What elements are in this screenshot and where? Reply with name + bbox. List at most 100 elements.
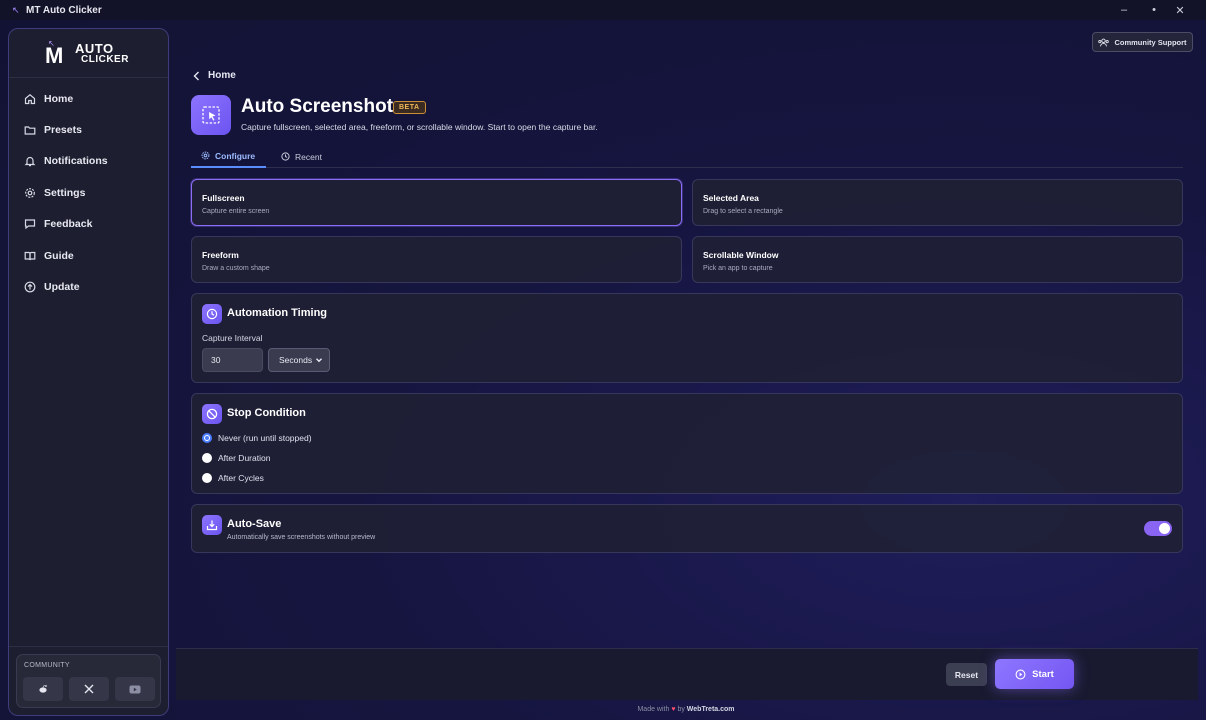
interval-unit-select[interactable]: Seconds [268,348,330,372]
radio-label: Never (run until stopped) [218,433,312,443]
sidebar-item-home[interactable]: Home [9,83,168,114]
capture-interval-input[interactable]: 30 [202,348,263,372]
community-label: COMMUNITY [24,662,70,669]
sidebar-item-notifications[interactable]: Notifications [9,146,168,177]
download-tray-icon [202,515,222,535]
window-title: MT Auto Clicker [26,4,102,16]
mode-description: Pick an app to capture [703,265,773,272]
users-icon [1098,38,1110,46]
mode-card-scrollable-window[interactable]: Scrollable Window Pick an app to capture [692,236,1183,283]
start-button-label: Start [1032,668,1054,680]
mode-description: Capture entire screen [202,208,270,215]
sidebar-item-presets[interactable]: Presets [9,114,168,145]
auto-save-description: Automatically save screenshots without p… [227,534,376,541]
radio-label: After Cycles [218,473,264,483]
message-icon [24,218,36,230]
gear-icon [201,151,210,160]
page-title: Auto Screenshot [241,96,394,117]
sidebar-item-label: Settings [44,186,86,199]
mode-title: Freeform [202,250,239,260]
book-icon [24,250,36,262]
breadcrumb-home[interactable]: Home [208,70,236,81]
auto-save-section: Auto-Save Automatically save screenshots… [191,504,1183,553]
community-panel: COMMUNITY [16,654,161,708]
stop-option-duration[interactable]: After Duration [202,453,270,463]
x-twitter-button[interactable] [69,677,109,701]
sidebar-item-feedback[interactable]: Feedback [9,209,168,240]
heart-icon: ♥ [671,706,676,713]
breadcrumb[interactable]: Home [193,70,236,81]
made-with-by: by [677,706,685,713]
sidebar-item-label: Update [44,281,80,294]
sidebar-item-settings[interactable]: Settings [9,177,168,208]
logo-word-auto: AUTO [75,41,114,56]
mode-card-selected-area[interactable]: Selected Area Drag to select a rectangle [692,179,1183,226]
sidebar-item-label: Feedback [44,218,93,231]
youtube-icon [129,685,141,693]
made-with-credit: Made with ♥ by WebTreta.com [0,706,1206,713]
mode-card-fullscreen[interactable]: Fullscreen Capture entire screen [191,179,682,226]
made-with-text: Made with [637,706,670,713]
reddit-button[interactable] [23,677,63,701]
sidebar-nav: Home Presets Notifications Settings Feed… [9,83,168,303]
ban-icon [202,404,222,424]
radio-label: After Duration [218,453,271,463]
upload-circle-icon [24,281,36,293]
play-circle-icon [1015,669,1026,679]
screenshot-hero-icon [191,95,231,135]
section-title: Automation Timing [227,307,328,319]
app-cursor-icon: ↖ [12,5,20,15]
tab-recent[interactable]: Recent [281,145,322,168]
start-button[interactable]: Start [995,659,1074,689]
section-title: Auto-Save [227,518,282,530]
sidebar-divider [9,77,168,78]
logo-mark-letter: M [45,43,63,68]
close-button[interactable]: ✕ [1166,0,1194,20]
home-icon [24,93,36,105]
mode-card-freeform[interactable]: Freeform Draw a custom shape [191,236,682,283]
sidebar-item-label: Guide [44,249,74,262]
chevron-down-icon [316,358,322,363]
bell-icon [24,155,36,167]
stop-option-never[interactable]: Never (run until stopped) [202,433,312,443]
sidebar-item-update[interactable]: Update [9,271,168,302]
clock-icon [202,304,222,324]
logo-mark: ↖ M [45,39,71,68]
radio-unchecked[interactable] [202,473,212,483]
logo-word-clicker: CLICKER [81,54,129,65]
stop-option-cycles[interactable]: After Cycles [202,473,264,483]
chevron-left-icon [193,71,199,80]
sidebar-divider [9,646,168,647]
community-support-button[interactable]: Community Support [1092,32,1193,52]
interval-unit-value: Seconds [279,355,313,365]
tab-configure[interactable]: Configure [191,145,266,168]
x-icon [84,684,94,694]
brand-link[interactable]: WebTreta.com [687,706,735,713]
sidebar-item-label: Home [44,92,74,105]
sidebar: ↖ M AUTO CLICKER Home Presets Notificati… [8,28,169,716]
auto-save-toggle[interactable] [1144,521,1172,536]
minimize-button[interactable]: – [1110,0,1138,20]
sidebar-item-label: Notifications [44,155,108,168]
sidebar-item-guide[interactable]: Guide [9,240,168,271]
sidebar-item-label: Presets [44,124,82,137]
page-subtitle: Capture fullscreen, selected area, freef… [241,122,598,132]
tab-configure-label: Configure [215,150,256,161]
mode-title: Scrollable Window [703,250,779,260]
tab-bar: Configure Recent [191,145,1183,168]
reset-button[interactable]: Reset [946,663,987,686]
automation-timing-section: Automation Timing Capture Interval 30 Se… [191,293,1183,383]
youtube-button[interactable] [115,677,155,701]
maximize-button[interactable]: • [1140,0,1168,20]
title-bar: ↖ MT Auto Clicker – • ✕ [0,0,1206,20]
stop-condition-section: Stop Condition Never (run until stopped)… [191,393,1183,494]
beta-badge: BETA [393,101,426,114]
mode-title: Selected Area [703,193,759,203]
tab-recent-label: Recent [295,151,322,162]
radio-unchecked[interactable] [202,453,212,463]
radio-checked[interactable] [202,433,212,443]
app-logo: ↖ M AUTO CLICKER [45,39,129,69]
mode-description: Draw a custom shape [202,265,270,272]
capture-interval-label: Capture Interval [202,333,263,343]
community-support-label: Community Support [1114,37,1187,47]
